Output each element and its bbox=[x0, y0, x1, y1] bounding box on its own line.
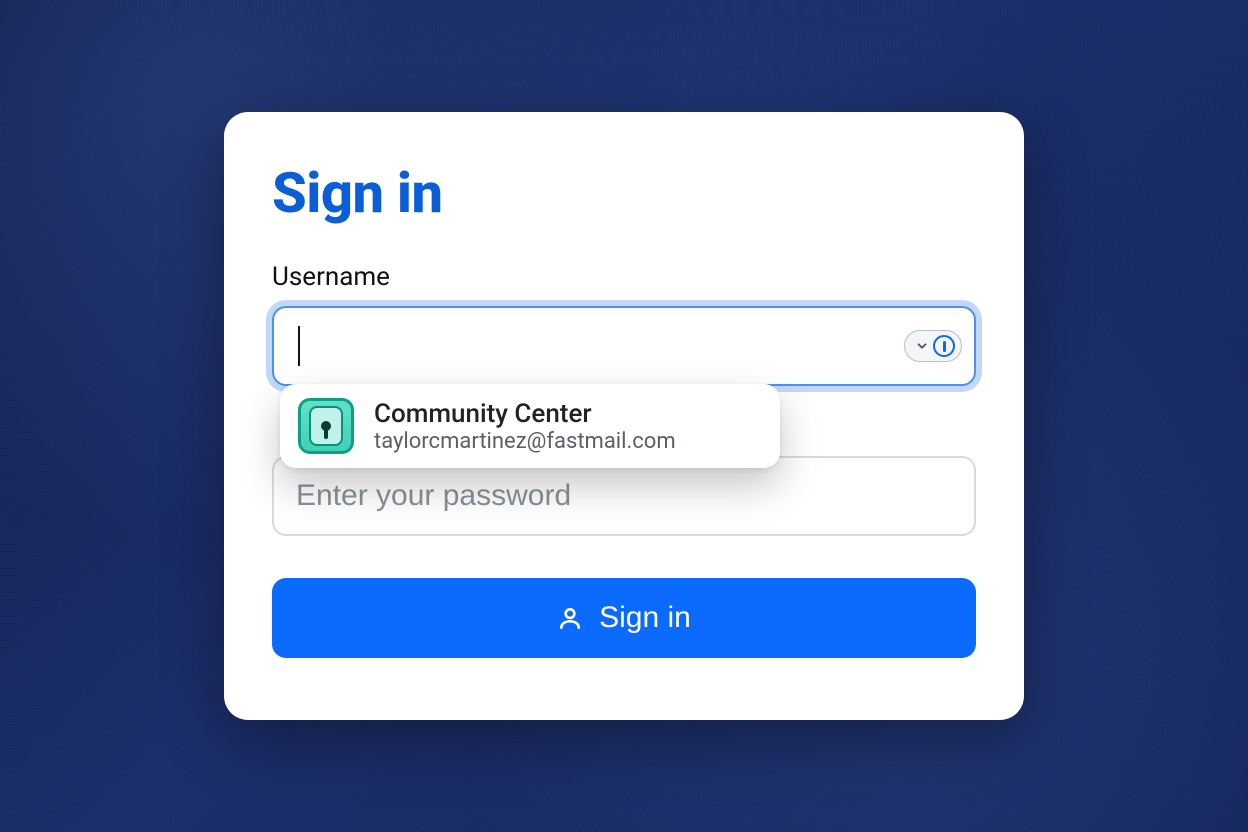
autofill-suggestion-text: Community Center taylorcmartinez@fastmai… bbox=[374, 399, 676, 454]
autofill-account: taylorcmartinez@fastmail.com bbox=[374, 429, 676, 454]
password-input[interactable] bbox=[272, 456, 976, 536]
chevron-down-icon bbox=[915, 339, 929, 353]
lock-icon bbox=[298, 398, 354, 454]
user-icon bbox=[557, 605, 583, 631]
onepassword-icon bbox=[933, 335, 955, 357]
username-field-wrap: Community Center taylorcmartinez@fastmai… bbox=[272, 306, 976, 386]
text-caret bbox=[298, 326, 300, 366]
signin-button-label: Sign in bbox=[599, 601, 691, 635]
signin-card: Sign in Username Community Center taylor… bbox=[224, 112, 1024, 720]
page-title: Sign in bbox=[272, 160, 976, 226]
password-manager-pill[interactable] bbox=[904, 330, 962, 362]
autofill-site-name: Community Center bbox=[374, 399, 676, 429]
username-label: Username bbox=[272, 262, 976, 292]
password-field-wrap bbox=[272, 456, 976, 536]
signin-button[interactable]: Sign in bbox=[272, 578, 976, 658]
username-input[interactable] bbox=[272, 306, 976, 386]
autofill-suggestion[interactable]: Community Center taylorcmartinez@fastmai… bbox=[280, 384, 780, 468]
